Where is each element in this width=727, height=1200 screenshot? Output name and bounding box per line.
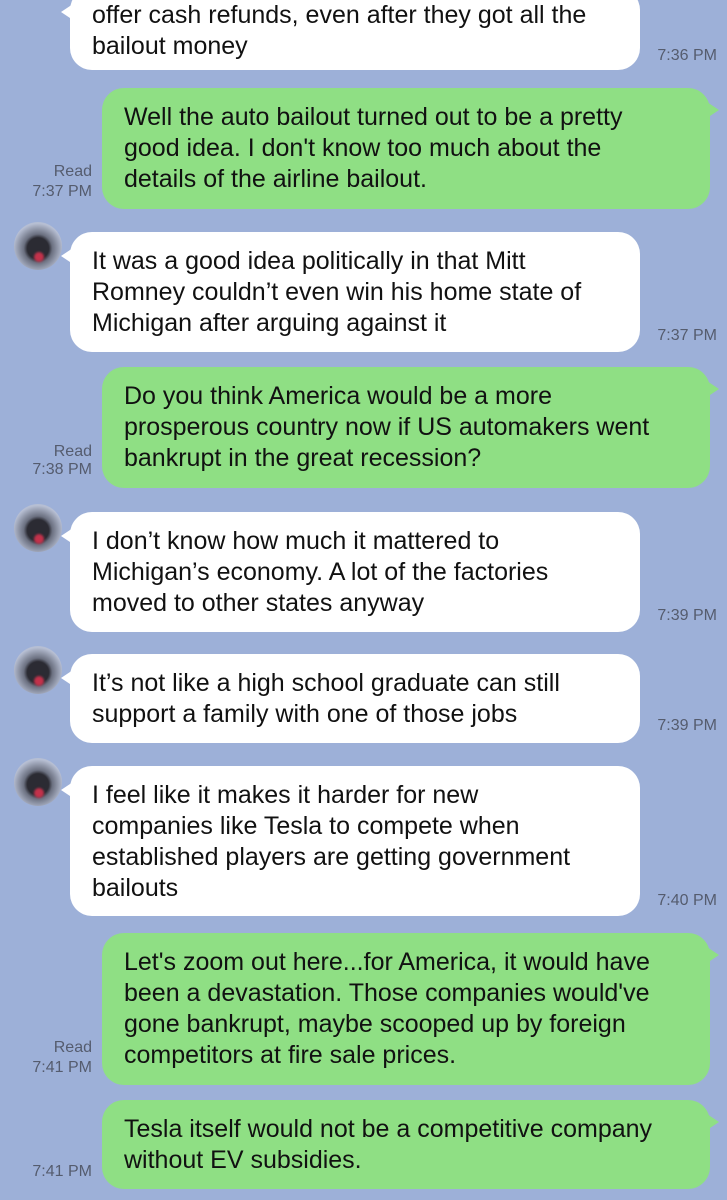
avatar-blur bbox=[34, 252, 44, 262]
message-timestamp: 7:37 PM bbox=[657, 327, 717, 344]
message-bubble-outgoing[interactable]: Tesla itself would not be a competitive … bbox=[102, 1100, 719, 1189]
message-bubble-outgoing[interactable]: Well the auto bailout turned out to be a… bbox=[102, 88, 719, 209]
message-bubble-outgoing[interactable]: Do you think America would be a more pro… bbox=[102, 367, 719, 488]
message-timestamp: 7:37 PM bbox=[32, 183, 92, 200]
message-timestamp: 7:39 PM bbox=[657, 607, 717, 624]
message-bubble-incoming[interactable]: offer cash refunds, even after they got … bbox=[61, 0, 640, 70]
message-bubble-incoming[interactable]: I feel like it makes it harder for new c… bbox=[61, 766, 640, 916]
contact-avatar[interactable] bbox=[14, 222, 62, 270]
message-timestamp: 7:36 PM bbox=[657, 47, 717, 64]
message-timestamp: 7:41 PM bbox=[32, 1059, 92, 1076]
contact-avatar[interactable] bbox=[14, 758, 62, 806]
read-receipt: Read bbox=[53, 1039, 92, 1056]
message-bubble-incoming[interactable]: It’s not like a high school graduate can… bbox=[61, 654, 640, 743]
avatar-blur bbox=[34, 788, 44, 798]
read-receipt: Read bbox=[53, 163, 92, 180]
contact-avatar[interactable] bbox=[14, 646, 62, 694]
contact-avatar[interactable] bbox=[14, 504, 62, 552]
message-bubble-incoming[interactable]: I don’t know how much it mattered to Mic… bbox=[61, 512, 640, 632]
message-timestamp: 7:41 PM bbox=[32, 1163, 92, 1180]
message-timestamp: 7:38 PM bbox=[32, 461, 92, 478]
message-timestamp: 7:40 PM bbox=[657, 892, 717, 909]
avatar-blur bbox=[34, 676, 44, 686]
avatar-blur bbox=[34, 534, 44, 544]
read-receipt: Read bbox=[53, 443, 92, 460]
message-bubble-incoming[interactable]: It was a good idea politically in that M… bbox=[61, 232, 640, 352]
chat-thread[interactable]: offer cash refunds, even after they got … bbox=[0, 0, 727, 1200]
message-bubble-outgoing[interactable]: Let's zoom out here...for America, it wo… bbox=[102, 933, 719, 1085]
message-timestamp: 7:39 PM bbox=[657, 717, 717, 734]
